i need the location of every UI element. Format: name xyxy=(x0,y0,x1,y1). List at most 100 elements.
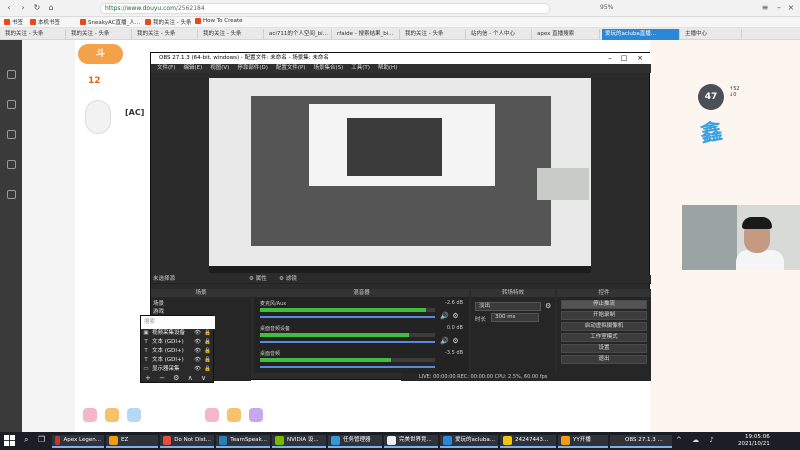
windows-start-icon[interactable] xyxy=(4,435,15,446)
source-item[interactable]: T 文本 (GDI+) 👁 🔒 xyxy=(143,338,213,347)
browser-tab[interactable]: 站内信 - 个人中心 xyxy=(468,29,532,40)
gift-icon[interactable] xyxy=(127,408,141,422)
task-view-icon[interactable]: ❐ xyxy=(38,435,45,444)
volume-slider[interactable] xyxy=(260,316,435,318)
search-icon[interactable]: ⌕ xyxy=(24,435,28,445)
bookmark-item[interactable]: How To Create xyxy=(195,18,243,24)
nav-item[interactable] xyxy=(3,190,19,206)
taskbar-app[interactable]: NVIDIA 设... xyxy=(272,435,326,448)
close-icon[interactable]: × xyxy=(633,53,647,64)
menu-profile[interactable]: 配置文件(P) xyxy=(276,65,306,71)
studio-mode-button[interactable]: 工作室模式 xyxy=(561,333,647,342)
system-tray[interactable]: ^ ☁ ♪ xyxy=(676,436,718,444)
stop-streaming-button[interactable]: 停止推流 xyxy=(561,300,647,309)
settings-button[interactable]: 设置 xyxy=(561,344,647,353)
close-icon[interactable]: × xyxy=(786,3,796,13)
browser-tab[interactable]: apex 直播搜索 xyxy=(534,29,600,40)
filters-button[interactable]: ⚙ 滤镜 xyxy=(279,275,297,284)
menu-icon[interactable]: ≡ xyxy=(760,3,770,13)
gift-icon[interactable] xyxy=(227,408,241,422)
transition-select[interactable]: 淡出 xyxy=(475,302,541,311)
lock-icon[interactable]: 🔒 xyxy=(204,365,211,374)
source-item[interactable]: T 文本 (GDI+) 👁 🔒 xyxy=(143,356,213,365)
taskbar-app[interactable]: EZ xyxy=(106,435,158,448)
eye-icon[interactable]: 👁 xyxy=(194,338,201,347)
nav-item[interactable] xyxy=(3,160,19,176)
url-input[interactable]: https://www.douyu.com/2562184 xyxy=(100,3,550,14)
menu-edit[interactable]: 编辑(E) xyxy=(183,65,202,71)
gear-icon[interactable]: ⚙ xyxy=(545,302,551,310)
virtual-camera-button[interactable]: 启动虚拟摄像机 xyxy=(561,322,647,331)
browser-tab[interactable]: 主播中心 xyxy=(682,29,742,40)
start-recording-button[interactable]: 开始录制 xyxy=(561,311,647,320)
menu-help[interactable]: 帮助(H) xyxy=(378,65,397,71)
properties-button[interactable]: ⚙ 属性 xyxy=(249,275,267,284)
menu-view[interactable]: 视图(V) xyxy=(210,65,229,71)
taskbar-app[interactable]: 完美世界竞... xyxy=(384,435,438,448)
maximize-icon[interactable]: □ xyxy=(617,53,631,64)
eye-icon[interactable]: 👁 xyxy=(194,329,201,338)
scene-item[interactable]: 场景 xyxy=(153,299,164,307)
browser-tab-active[interactable]: 爱玩的acluba直播... xyxy=(602,29,680,40)
eye-icon[interactable]: 👁 xyxy=(194,347,201,356)
nav-item[interactable] xyxy=(3,70,19,86)
lock-icon[interactable]: 🔒 xyxy=(204,356,211,365)
bookmark-item[interactable]: 本机书签 xyxy=(30,18,60,26)
nav-item[interactable] xyxy=(3,100,19,116)
minimize-icon[interactable]: – xyxy=(603,53,617,64)
duration-input[interactable]: 300 ms xyxy=(491,313,539,322)
gear-icon[interactable]: ⚙ xyxy=(452,338,459,345)
bookmark-item[interactable]: 书签 xyxy=(4,18,23,26)
browser-tab[interactable]: 我的关注 - 头条 xyxy=(134,29,198,40)
home-icon[interactable]: ⌂ xyxy=(46,3,56,13)
source-search-input[interactable]: 搜索 xyxy=(141,316,215,329)
taskbar-app[interactable]: YY开播 xyxy=(558,435,608,448)
gift-icon[interactable] xyxy=(249,408,263,422)
bookmark-item[interactable]: 我的关注 - 头条 xyxy=(145,18,191,26)
lock-icon[interactable]: 🔒 xyxy=(204,338,211,347)
browser-tab[interactable]: rfaide - 搜索结果_bi... xyxy=(334,29,400,40)
speaker-icon[interactable]: 🔊 xyxy=(440,313,449,320)
obs-preview[interactable] xyxy=(209,78,591,273)
volume-slider[interactable] xyxy=(260,341,435,343)
browser-tab[interactable]: aci711的个人空间_bi... xyxy=(266,29,332,40)
gift-icon[interactable] xyxy=(105,408,119,422)
browser-tab[interactable]: 我的关注 - 头条 xyxy=(68,29,132,40)
volume-slider[interactable] xyxy=(260,366,435,368)
avatar[interactable] xyxy=(85,100,111,134)
gift-icon[interactable] xyxy=(205,408,219,422)
browser-tab[interactable]: 我的关注 - 头条 xyxy=(2,29,66,40)
scene-item[interactable]: 游戏 xyxy=(153,307,164,315)
browser-tab[interactable]: 我的关注 - 头条 xyxy=(402,29,466,40)
nav-item[interactable] xyxy=(3,130,19,146)
gear-icon[interactable]: ⚙ xyxy=(452,313,459,320)
gift-icon[interactable] xyxy=(83,408,97,422)
minimize-icon[interactable]: – xyxy=(774,3,784,13)
taskbar-app[interactable]: 任务管理器 xyxy=(328,435,382,448)
browser-tab[interactable]: 我的关注 - 头条 xyxy=(200,29,264,40)
taskbar-app[interactable]: Do Not Dist... xyxy=(160,435,214,448)
forward-icon[interactable]: › xyxy=(18,3,28,13)
back-icon[interactable]: ‹ xyxy=(4,3,14,13)
source-toolbar[interactable]: + − ⚙ ∧ ∨ xyxy=(145,374,209,382)
taskbar-app[interactable]: TeamSpeak... xyxy=(216,435,270,448)
menu-file[interactable]: 文件(F) xyxy=(157,65,175,71)
lock-icon[interactable]: 🔒 xyxy=(204,347,211,356)
taskbar-app[interactable]: 24247443... xyxy=(500,435,556,448)
speaker-icon[interactable]: 🔊 xyxy=(440,338,449,345)
source-item[interactable]: T 文本 (GDI+) 👁 🔒 xyxy=(143,347,213,356)
menu-scene-collection[interactable]: 场景集合(S) xyxy=(313,65,343,71)
taskbar-app[interactable]: 爱玩的acluba... xyxy=(440,435,498,448)
source-item[interactable]: ▣ 视频采集设备 👁 🔒 xyxy=(143,329,213,338)
menu-docks[interactable]: 停靠部件(D) xyxy=(237,65,268,71)
eye-icon[interactable]: 👁 xyxy=(194,365,201,374)
menu-tools[interactable]: 工具(T) xyxy=(351,65,370,71)
clock[interactable]: 19:05:06 2021/10/21 xyxy=(738,434,770,448)
lock-icon[interactable]: 🔒 xyxy=(204,329,211,338)
source-item[interactable]: ▭ 显示器采集 👁 🔒 xyxy=(143,365,213,374)
bookmark-item[interactable]: SneakyAC直播_人... xyxy=(80,18,140,26)
taskbar-app[interactable]: OBS 27.1.3 ... xyxy=(610,435,672,448)
eye-icon[interactable]: 👁 xyxy=(194,356,201,365)
exit-button[interactable]: 退出 xyxy=(561,355,647,364)
reload-icon[interactable]: ↻ xyxy=(32,3,42,13)
